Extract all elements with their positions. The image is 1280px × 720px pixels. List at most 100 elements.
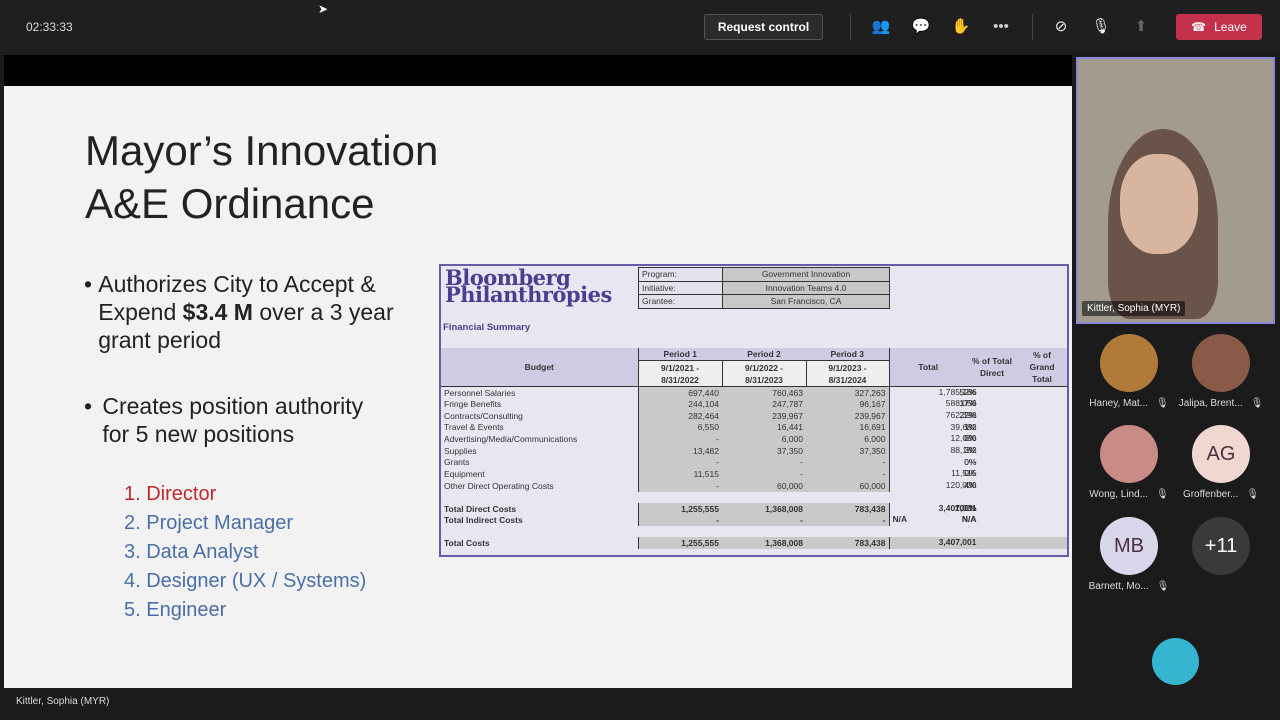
table-cell: Contracts/Consulting	[441, 409, 639, 422]
position-item: 1. Director	[124, 483, 217, 505]
table-cell: Total Direct Costs	[441, 502, 639, 515]
table-row: Fringe Benefits 244,104 247,787 96,167 588,0…	[441, 398, 1067, 410]
people-icon[interactable]: 👥	[871, 16, 891, 36]
table-cell: Personnel Salaries	[441, 386, 639, 399]
avatar: AG	[1192, 425, 1250, 483]
position-item: 2. Project Manager	[124, 512, 293, 534]
table-cell: 327,263	[806, 386, 890, 399]
avatar: +11	[1192, 517, 1250, 575]
table-cell: 0%	[964, 433, 977, 444]
presentation-slide: Mayor’s Innovation A&E Ordinance • Authori…	[4, 86, 1072, 688]
mouse-cursor-icon: ➤	[318, 2, 329, 16]
table-cell: 100%	[954, 502, 977, 513]
table-cell: 0%	[964, 468, 977, 479]
participant-tile[interactable]: +11	[1176, 517, 1266, 575]
table-cell: 1,255,555	[638, 502, 722, 515]
participant-tile[interactable]: Haney, Mat... 🎙	[1084, 334, 1174, 409]
table-row: Contracts/Consulting 282,464 239,967 239,96…	[441, 409, 1067, 422]
table-cell: -	[638, 456, 722, 469]
col-pct-grand: % of Grand Total	[1017, 348, 1067, 387]
budget-table: Budget Period 1 Period 2 Period 3 Total …	[441, 348, 1067, 549]
bullet-amount: $3.4 M	[182, 299, 253, 325]
table-cell: 239,967	[806, 409, 890, 422]
col-period3: Period 3	[806, 348, 890, 361]
table-cell: 16,441	[722, 421, 806, 434]
table-row: Total Indirect Costs - - - N/A N/A N/A	[441, 514, 1067, 527]
table-cell: 37,350	[806, 444, 890, 457]
participant-name: Wong, Lind...	[1089, 489, 1149, 500]
table-cell: 17%	[959, 398, 977, 409]
table-row: Advertising/Media/Communications -6,000 6,…	[441, 433, 1067, 445]
table-row: Equipment 11,515- -11,515 0% 0%	[441, 468, 1067, 480]
participant-tile[interactable]: Wong, Lind... 🎙	[1084, 425, 1174, 500]
camera-off-icon[interactable]: ⊘	[1051, 16, 1071, 36]
spacer-row	[441, 526, 1067, 538]
table-row: Total Direct Costs 1,255,555 1,368,008 783,…	[441, 502, 1067, 515]
meta-key: Program:	[638, 267, 723, 282]
mic-off-icon[interactable]: 🎙	[1091, 16, 1111, 36]
table-cell: Total Costs	[441, 537, 639, 549]
table-cell: 244,104	[638, 398, 722, 410]
participant-tile[interactable]: MB Barnett, Mo... 🎙	[1084, 517, 1174, 592]
table-cell: 13,482	[638, 444, 722, 457]
table-cell: 760,463	[722, 386, 806, 399]
period3-dates: 9/1/2023 - 8/31/2024	[805, 360, 890, 387]
table-cell: -	[722, 456, 806, 469]
participant-name: Jalipa, Brent...	[1178, 398, 1243, 409]
table-row: Total Costs 1,255,555 1,368,008 783,438 3,40…	[441, 537, 1067, 549]
table-cell: Equipment	[441, 468, 639, 480]
table-cell: 96,167	[806, 398, 890, 410]
avatar	[1100, 425, 1158, 483]
table-cell: -	[806, 468, 890, 480]
period1-dates: 9/1/2021 - 8/31/2022	[637, 360, 723, 387]
table-cell: Supplies	[441, 444, 639, 457]
period2-dates: 9/1/2022 - 8/31/2023	[721, 360, 807, 387]
table-row: Personnel Salaries 697,440 760,463 327,263 1…	[441, 386, 1067, 399]
avatar	[1100, 334, 1158, 392]
chat-icon[interactable]: 💬	[911, 16, 931, 36]
request-control-button[interactable]: Request control	[704, 14, 823, 40]
table-cell: -	[722, 514, 806, 527]
table-cell: 697,440	[638, 386, 722, 399]
table-cell: N/A	[961, 514, 977, 525]
table-row: Travel & Events 6,550 16,441 16,691 39,682 1%…	[441, 421, 1067, 434]
financial-summary-label: Financial Summary	[443, 322, 531, 333]
table-cell: 60,000	[722, 480, 806, 492]
meeting-timer: 02:33:33	[26, 20, 73, 34]
position-item: 3. Data Analyst	[124, 541, 259, 563]
meta-key: Initiative:	[638, 280, 723, 295]
table-cell: Other Direct Operating Costs	[441, 480, 639, 492]
bullet-text: Creates position authority for 5 new pos…	[102, 393, 364, 447]
more-icon[interactable]: •••	[991, 16, 1011, 36]
col-period1: Period 1	[638, 348, 722, 361]
table-cell: -	[806, 456, 890, 469]
meta-value: San Francisco, CA	[722, 294, 890, 309]
title-line: Mayor’s Innovation	[85, 127, 439, 174]
table-cell: 247,787	[722, 398, 806, 410]
table-cell: 3%	[964, 444, 977, 455]
table-row: Grants - - - -0% 0%	[441, 456, 1067, 469]
table-cell: 4%	[964, 480, 977, 490]
presenter-video: Kittler, Sophia (MYR)	[1076, 57, 1275, 324]
participant-tile[interactable]: AG Groffenber... 🎙	[1176, 425, 1266, 500]
position-item: 5. Engineer	[124, 599, 227, 621]
table-cell: 52%	[959, 387, 977, 397]
participant-tile[interactable]: Jalipa, Brent... 🎙	[1176, 334, 1266, 409]
table-cell: -	[722, 468, 806, 480]
raise-hand-icon[interactable]: ✋	[951, 16, 971, 36]
table-cell: Grants	[441, 456, 639, 469]
share-icon[interactable]: ⬆	[1131, 16, 1151, 36]
table-cell: 282,464	[638, 409, 722, 422]
table-cell: 1%	[964, 421, 977, 432]
table-cell: 11,515	[638, 468, 722, 480]
mic-off-icon: 🎙	[1156, 398, 1169, 409]
bullet-authorizes: • Authorizes City to Accept & Expend $3.4…	[84, 271, 394, 353]
col-budget: Budget	[441, 348, 639, 387]
avatar	[1192, 334, 1250, 392]
table-cell: -	[638, 433, 722, 445]
table-cell: -	[806, 514, 890, 527]
table-cell: -	[638, 514, 722, 527]
leave-button[interactable]: ☎ Leave	[1176, 14, 1262, 40]
col-period2: Period 2	[722, 348, 806, 361]
meeting-toolbar: 02:33:33 Request control 👥 💬 ✋ ••• ⊘ 🎙 ⬆…	[0, 0, 1280, 52]
